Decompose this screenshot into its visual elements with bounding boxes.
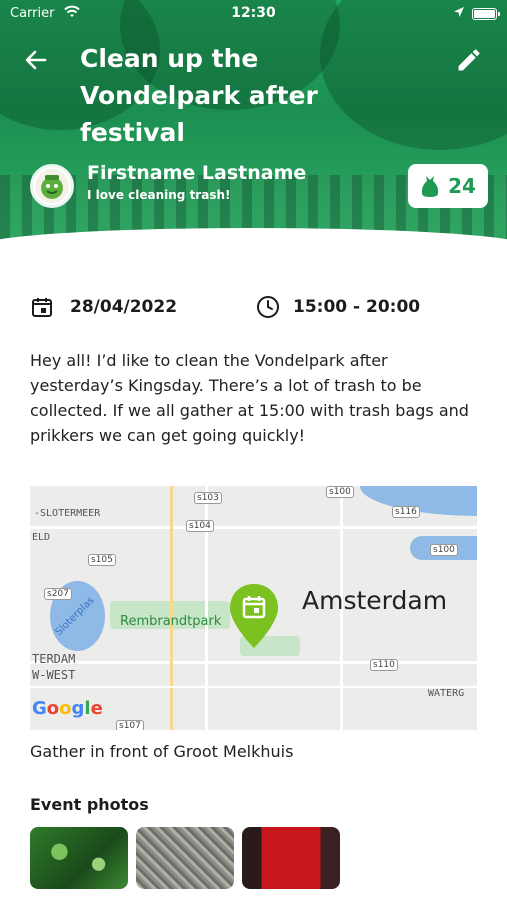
park-label: Rembrandtpark (120, 614, 222, 629)
event-photo[interactable] (136, 827, 234, 889)
event-photos-list (30, 827, 340, 889)
back-button[interactable] (22, 46, 50, 74)
user-name[interactable]: Firstname Lastname (87, 162, 306, 184)
road-shield: s116 (392, 506, 420, 518)
event-photo[interactable] (242, 827, 340, 889)
location-caption: Gather in front of Groot Melkhuis (30, 742, 294, 761)
pencil-icon (458, 49, 480, 71)
road-shield: s110 (370, 659, 398, 671)
battery-icon (472, 8, 500, 20)
event-photos-heading: Event photos (30, 795, 149, 814)
user-avatar[interactable] (30, 164, 74, 208)
trash-count: 24 (448, 174, 476, 198)
trash-mascot-icon (35, 169, 69, 203)
arrow-left-icon (25, 50, 47, 70)
map-label: -SLOTERMEER (34, 508, 101, 519)
event-description: Hey all! I’d like to clean the Vondelpar… (30, 351, 469, 445)
map-label: TERDAM (32, 652, 76, 666)
edit-button[interactable] (455, 46, 483, 74)
trash-bag-icon (421, 176, 439, 197)
event-map-pin[interactable] (226, 582, 282, 650)
status-bar: Carrier 12:30 (0, 0, 507, 28)
map-label: WATERG (428, 688, 465, 699)
road-shield: s107 (116, 720, 144, 730)
road-shield: s105 (88, 554, 116, 566)
event-time: 15:00 - 20:00 (293, 297, 421, 317)
user-tagline: I love cleaning trash! (87, 188, 231, 202)
event-photo[interactable] (30, 827, 128, 889)
map-pin-calendar-icon (230, 584, 278, 648)
map-label: W-WEST (32, 668, 76, 682)
road-shield: s100 (430, 544, 458, 556)
location-arrow-icon (453, 6, 465, 22)
clock-icon (257, 296, 279, 318)
road-shield: s100 (326, 486, 354, 498)
clock: 12:30 (231, 5, 276, 21)
event-location-map[interactable]: -SLOTERMEER ELD TERDAM W-WEST WATERG s10… (30, 486, 477, 730)
city-label: Amsterdam (302, 586, 448, 615)
event-date: 28/04/2022 (70, 297, 178, 317)
map-label: ELD (32, 532, 51, 543)
road-shield: s103 (194, 492, 222, 504)
page-title: Clean up the Vondelpark after festival (80, 44, 318, 147)
event-datetime-row: 28/04/2022 15:00 - 20:00 (30, 294, 480, 322)
calendar-icon (32, 298, 52, 317)
road-shield: s207 (44, 588, 72, 600)
trash-count-badge: 24 (408, 164, 488, 208)
google-logo: Google (32, 698, 103, 719)
road-shield: s104 (186, 520, 214, 532)
